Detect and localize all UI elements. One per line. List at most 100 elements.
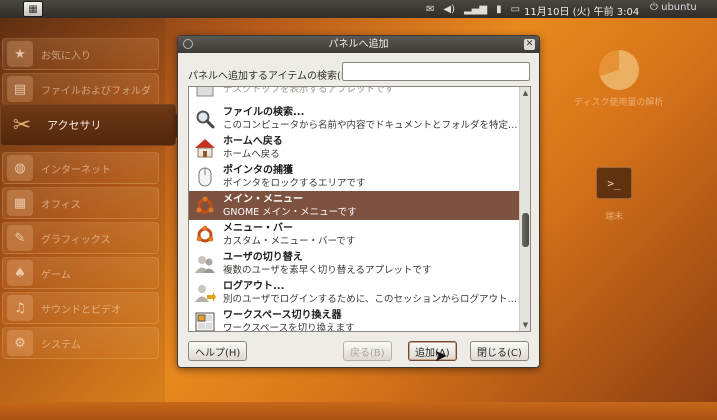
scroll-up-icon[interactable]: ▲ [521,88,530,98]
list-item[interactable]: メイン・メニュー GNOME メイン・メニューです [189,191,521,220]
category-icon: ♫ [7,295,33,321]
home-icon [193,136,217,160]
list-item[interactable]: ユーザの切り替え 複数のユーザを素早く切り替えるアプレットです [189,249,521,278]
category-item[interactable]: ◍ インターネット [2,152,159,184]
item-name: ホームへ戻る [223,135,283,147]
help-button[interactable]: ヘルプ(H) [188,341,248,361]
category-label: グラフィックス [41,234,111,246]
category-label: システム [41,339,81,351]
category-icon: ★ [7,41,33,67]
category-label: ゲーム [41,269,71,281]
scroll-thumb[interactable] [522,213,529,247]
category-item[interactable]: ★ お気に入り [2,38,159,70]
item-name: ファイルの検索... [223,106,305,118]
dialog-titlebar[interactable]: パネルへ追加 ✕ [178,36,539,53]
list-item[interactable]: ログアウト... 別のユーザでログインするために、このセッションからログアウト… [189,278,521,307]
category-item[interactable]: ✂ アクセサリ [0,104,187,146]
applet-list[interactable]: デスクトップを表示するアプレットです ファイルの検索... このコンピュータから名前… [188,86,531,332]
list-item[interactable]: ポインタの捕獲 ポインタをロックするエリアです [189,162,521,191]
ubuntu-icon [193,194,217,218]
back-button[interactable]: 戻る(B) [343,341,392,361]
item-name: ポインタの捕獲 [223,164,293,176]
logout-icon [193,281,217,305]
system-tray: ✉ ◀) ▂▄▆ ▮ ▭ [426,0,520,18]
list-item[interactable]: メニュー・バー カスタム・メニュー・バーです [189,220,521,249]
show-desktop-button[interactable]: ▦ [23,1,43,17]
item-text: ワークスペース切り換え器 ワークスペースを切り換えます [223,309,355,332]
desk-icon [193,87,217,102]
list-item[interactable]: ホームへ戻る ホームへ戻る [189,133,521,162]
disk-usage-icon [598,50,639,90]
item-text: メイン・メニュー GNOME メイン・メニューです [223,193,357,219]
item-name: ユーザの切り替え [223,251,303,263]
category-icon: ✂ [12,112,32,138]
category-item[interactable]: ▤ ファイルおよびフォルダ [2,73,159,105]
item-description: デスクトップを表示するアプレットです [223,86,395,95]
category-label: ファイルおよびフォルダ [41,85,151,97]
item-text: ユーザの切り替え 複数のユーザを素早く切り替えるアプレットです [223,251,432,277]
category-item[interactable]: ⚙ システム [2,327,159,359]
close-button[interactable]: 閉じる(C) [470,341,529,361]
item-description: カスタム・メニュー・バーです [223,235,356,247]
category-icon: ◍ [7,155,33,181]
item-text: デスクトップを表示するアプレットです [223,86,395,96]
desktop-icon: ▦ [28,3,38,15]
item-description: 複数のユーザを素早く切り替えるアプレットです [223,264,432,276]
mail-icon[interactable]: ✉ [426,4,434,15]
volume-icon[interactable]: ◀) [443,4,455,15]
app-label: ディスク使用量の解析 [574,98,664,108]
category-label: オフィス [41,199,81,211]
category-item[interactable]: ▦ オフィス [2,187,159,219]
session-menu[interactable]: ⏻ ubuntu [650,2,697,13]
item-description: ワークスペースを切り換えます [223,322,355,332]
category-label: サウンドとビデオ [41,304,121,316]
search-icon [193,107,217,131]
terminal-icon: >_ [596,167,632,199]
mouse-icon [193,165,217,189]
category-icon: ♠ [7,260,33,286]
panel-clock[interactable]: 11月10日 (火) 午前 3:04 [524,3,639,18]
category-label: アクセサリ [47,119,102,132]
battery-icon[interactable]: ▮ [496,4,502,15]
item-description: このコンピュータから名前や内容でドキュメントとフォルダを特定… [223,119,518,131]
app-disk-usage[interactable]: ディスク使用量の解析 [574,50,663,108]
search-input[interactable] [342,62,530,81]
list-scrollbar[interactable]: ▲ ▼ [519,87,530,331]
category-item[interactable]: ♫ サウンドとビデオ [2,292,159,324]
item-description: ホームへ戻る [223,148,280,160]
add-button[interactable]: 追加(A) [408,341,457,361]
window-menu-icon[interactable] [183,39,193,49]
item-name: ログアウト... [223,280,285,292]
item-text: メニュー・バー カスタム・メニュー・バーです [223,222,355,248]
network-icon[interactable]: ▂▄▆ [464,4,487,15]
item-name: ワークスペース切り換え器 [223,309,342,321]
item-description: 別のユーザでログインするために、このセッションからログアウト… [223,293,518,305]
list-item[interactable]: ワークスペース切り換え器 ワークスペースを切り換えます [189,307,521,332]
session-user-label: ubuntu [661,2,697,13]
category-icon: ▦ [7,190,33,216]
item-text: ホームへ戻る ホームへ戻る [223,135,283,161]
close-icon[interactable]: ✕ [524,39,535,50]
item-description: GNOME メイン・メニューです [223,206,357,218]
scroll-down-icon[interactable]: ▼ [521,320,530,330]
item-name: メイン・メニュー [223,193,303,205]
item-text: ポインタの捕獲 ポインタをロックするエリアです [223,164,366,190]
item-description: ポインタをロックするエリアです [223,177,366,189]
category-label: お気に入り [41,50,91,62]
display-icon[interactable]: ▭ [511,4,520,15]
item-name: メニュー・バー [223,222,293,234]
app-terminal[interactable]: >_ 端末 [596,167,632,222]
list-item[interactable]: ファイルの検索... このコンピュータから名前や内容でドキュメントとフォルダを特定… [189,104,521,133]
top-panel: ▦ ✉ ◀) ▂▄▆ ▮ ▭ 11月10日 (火) 午前 3:04 ⏻ ubun… [0,0,717,18]
category-icon: ▤ [7,76,33,102]
dialog-title: パネルへ追加 [328,39,389,50]
power-icon: ⏻ [650,2,658,13]
search-label: パネルへ追加するアイテムの検索(I): [188,71,352,82]
category-item[interactable]: ♠ ゲーム [2,257,159,289]
item-text: ファイルの検索... このコンピュータから名前や内容でドキュメントとフォルダを特定… [223,106,518,132]
applet-list-items: デスクトップを表示するアプレットです ファイルの検索... このコンピュータから名前… [189,86,521,332]
category-icon: ✎ [7,225,33,251]
item-text: ログアウト... 別のユーザでログインするために、このセッションからログアウト… [223,280,517,306]
category-item[interactable]: ✎ グラフィックス [2,222,159,254]
list-item[interactable]: デスクトップを表示するアプレットです [189,86,521,104]
